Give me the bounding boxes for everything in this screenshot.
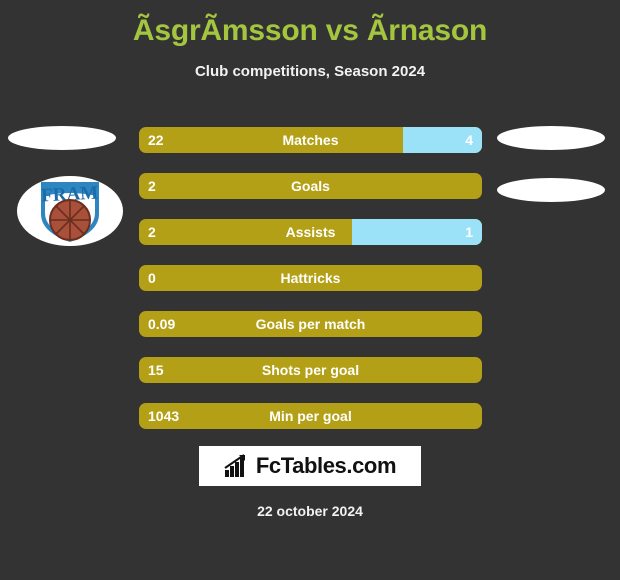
left-value: 0 [148, 270, 156, 286]
placeholder-ellipse-right-top [497, 126, 605, 150]
stat-label: Matches [282, 132, 339, 148]
left-value: 2 [148, 224, 156, 240]
right-value: 1 [465, 224, 473, 240]
bar-chart-icon [224, 454, 245, 477]
placeholder-ellipse-left-top [8, 126, 116, 150]
date-label: 22 october 2024 [257, 503, 363, 519]
left-value: 15 [148, 362, 164, 378]
fram-club-crest-icon: FRAM [17, 176, 123, 246]
table-row: Goals per match 0.09 [139, 311, 482, 337]
stat-label: Hattricks [280, 270, 341, 286]
stat-label: Shots per goal [261, 362, 360, 378]
left-value: 2 [148, 178, 156, 194]
comparison-infographic: ÃsgrÃ­msson vs Ãrnason Club competitions… [0, 0, 620, 580]
table-row: Goals 2 [139, 173, 482, 199]
fctables-logo[interactable]: FcTables.com [199, 446, 421, 486]
table-row: Shots per goal 15 [139, 357, 482, 383]
stat-label: Goals per match [255, 316, 366, 332]
page-title: ÃsgrÃ­msson vs Ãrnason [132, 14, 488, 47]
right-value: 4 [465, 132, 473, 148]
stat-label: Goals [291, 178, 330, 194]
stat-rows: Matches 22 4 Goals 2 Assists 2 1 Hattric… [139, 127, 482, 449]
fctables-logo-text: FcTables.com [255, 453, 397, 478]
table-row: Assists 2 1 [139, 219, 482, 245]
stat-label: Min per goal [269, 408, 352, 424]
table-row: Hattricks 0 [139, 265, 482, 291]
table-row: Matches 22 4 [139, 127, 482, 153]
left-value: 0.09 [148, 316, 176, 332]
page-subtitle: Club competitions, Season 2024 [194, 63, 426, 80]
placeholder-ellipse-right-middle [497, 178, 605, 202]
left-value: 1043 [148, 408, 180, 424]
left-value: 22 [148, 132, 164, 148]
stat-label: Assists [285, 224, 336, 240]
table-row: Min per goal 1043 [139, 403, 482, 429]
